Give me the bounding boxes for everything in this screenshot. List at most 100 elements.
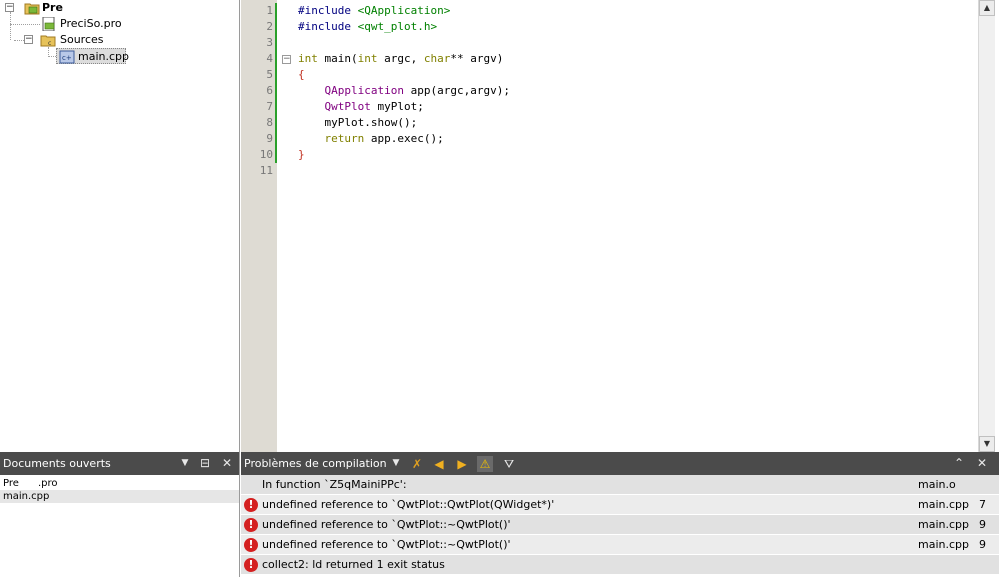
close-icon[interactable]: ✕ bbox=[974, 452, 990, 475]
issue-message: In function `Z5qMainiPPc': bbox=[262, 478, 407, 491]
code-token: <qwt_plot.h> bbox=[357, 20, 438, 33]
open-documents-title: Documents ouverts bbox=[3, 457, 111, 470]
issue-file: main.o bbox=[918, 478, 956, 491]
code-line: return app.exec(); bbox=[298, 131, 510, 147]
error-icon: ! bbox=[244, 538, 258, 552]
document-item[interactable]: Pre .pro bbox=[0, 477, 239, 490]
pro-file-label: PreciSo.pro bbox=[60, 17, 122, 30]
issue-line: 9 bbox=[979, 538, 986, 551]
line-number: 8 bbox=[266, 116, 273, 129]
issue-row[interactable]: ! undefined reference to `QwtPlot::QwtPl… bbox=[241, 495, 999, 515]
code-token: myPlot.show(); bbox=[298, 116, 418, 129]
code-token: return bbox=[324, 132, 365, 145]
source-file-label: main.cpp bbox=[78, 50, 129, 63]
code-text[interactable]: #include <QApplication> #include <qwt_plo… bbox=[298, 3, 510, 179]
issue-file: main.cpp bbox=[918, 538, 969, 551]
fold-toggle-icon[interactable]: − bbox=[282, 55, 291, 64]
code-token: ** argv) bbox=[450, 52, 504, 65]
warning-filter-icon[interactable]: ⚠ bbox=[477, 456, 493, 472]
prev-arrow-icon[interactable]: ◀ bbox=[431, 456, 447, 472]
compile-issues-title: Problèmes de compilation bbox=[244, 457, 387, 470]
code-token: QwtPlot bbox=[324, 100, 371, 113]
issue-row[interactable]: In function `Z5qMainiPPc': main.o bbox=[241, 475, 999, 495]
issue-line: 9 bbox=[979, 518, 986, 531]
code-editor[interactable]: 1 2 3 4 5 6 7 8 9 10 11 − #include <QApplication> #… bbox=[241, 0, 999, 452]
issue-file: main.cpp bbox=[918, 498, 969, 511]
svg-text:c: c bbox=[48, 40, 51, 47]
issue-file: main.cpp bbox=[918, 518, 969, 531]
issue-row[interactable]: ! undefined reference to `QwtPlot::~QwtP… bbox=[241, 535, 999, 555]
compile-issues-header: Problèmes de compilation ▼ ✗ ◀ ▶ ⚠ ⛛ ⌃ ✕ bbox=[241, 452, 999, 475]
modified-lines-marker bbox=[275, 3, 277, 163]
code-token: int bbox=[298, 52, 318, 65]
code-line: QApplication app(argc,argv); bbox=[298, 83, 510, 99]
line-number: 10 bbox=[259, 148, 273, 161]
error-icon: ! bbox=[244, 518, 258, 532]
code-token: int bbox=[357, 52, 378, 65]
tree-item-sources[interactable]: − c Sources bbox=[0, 32, 200, 48]
open-documents-header: Documents ouverts ▼ ⊟ ✕ bbox=[0, 452, 239, 475]
code-token: <QApplication> bbox=[357, 4, 451, 17]
code-line: } bbox=[298, 147, 510, 163]
code-token: #include bbox=[298, 4, 358, 17]
vertical-scrollbar[interactable]: ▲ ▼ bbox=[978, 0, 995, 452]
line-number: 7 bbox=[266, 100, 273, 113]
code-token: argc, bbox=[377, 52, 424, 65]
line-number-gutter: 1 2 3 4 5 6 7 8 9 10 11 bbox=[241, 0, 277, 452]
code-line: #include <qwt_plot.h> bbox=[298, 19, 510, 35]
cpp-file-icon: c+ bbox=[59, 50, 75, 64]
code-token: QApplication bbox=[324, 84, 404, 97]
line-number: 4 bbox=[266, 52, 273, 65]
error-icon: ! bbox=[244, 558, 258, 572]
tree-connector bbox=[48, 56, 56, 57]
code-token: app.exec(); bbox=[364, 132, 444, 145]
code-line: #include <QApplication> bbox=[298, 3, 510, 19]
pro-file-icon bbox=[42, 17, 55, 31]
open-documents-pane: Documents ouverts ▼ ⊟ ✕ Pre .pro main.cp… bbox=[0, 452, 240, 577]
line-number: 5 bbox=[266, 68, 273, 81]
code-line: { bbox=[298, 67, 510, 83]
code-token: myPlot; bbox=[370, 100, 424, 113]
line-number: 11 bbox=[259, 164, 273, 177]
code-token: main( bbox=[317, 52, 358, 65]
scroll-down-icon[interactable]: ▼ bbox=[979, 436, 995, 452]
issue-message: undefined reference to `QwtPlot::~QwtPlo… bbox=[262, 518, 511, 531]
tree-item-project[interactable]: − Pre bbox=[0, 0, 200, 16]
line-number: 1 bbox=[266, 4, 273, 17]
code-token: app(argc,argv); bbox=[403, 84, 510, 97]
tree-collapse-icon[interactable]: − bbox=[5, 3, 14, 12]
code-line: QwtPlot myPlot; bbox=[298, 99, 510, 115]
tree-item-main-cpp[interactable]: c+ main.cpp bbox=[56, 48, 129, 64]
scroll-up-icon[interactable]: ▲ bbox=[979, 0, 995, 16]
project-tree[interactable]: − Pre PreciSo.pro − c Sources c+ main.cp… bbox=[0, 0, 240, 452]
code-token: { bbox=[298, 68, 305, 81]
issue-message: collect2: ld returned 1 exit status bbox=[262, 558, 445, 571]
clear-icon[interactable]: ✗ bbox=[409, 456, 425, 472]
chevron-down-icon[interactable]: ▼ bbox=[389, 452, 403, 475]
chevron-up-icon[interactable]: ⌃ bbox=[951, 452, 967, 475]
line-number: 6 bbox=[266, 84, 273, 97]
svg-text:c+: c+ bbox=[62, 54, 72, 62]
code-line: myPlot.show(); bbox=[298, 115, 510, 131]
issue-row[interactable]: ! collect2: ld returned 1 exit status bbox=[241, 555, 999, 575]
code-line: int main(int argc, char** argv) bbox=[298, 51, 510, 67]
issue-message: undefined reference to `QwtPlot::QwtPlot… bbox=[262, 498, 555, 511]
document-item[interactable]: main.cpp bbox=[0, 490, 239, 503]
error-icon: ! bbox=[244, 498, 258, 512]
issue-row[interactable]: ! undefined reference to `QwtPlot::~QwtP… bbox=[241, 515, 999, 535]
split-icon[interactable]: ⊟ bbox=[197, 452, 213, 475]
issue-line: 7 bbox=[979, 498, 986, 511]
next-arrow-icon[interactable]: ▶ bbox=[454, 456, 470, 472]
filter-icon[interactable]: ⛛ bbox=[501, 456, 517, 472]
chevron-down-icon[interactable]: ▼ bbox=[178, 452, 192, 475]
tree-collapse-icon[interactable]: − bbox=[24, 35, 33, 44]
folder-sources-icon: c bbox=[40, 35, 56, 47]
tree-item-pro-file[interactable]: PreciSo.pro bbox=[0, 16, 200, 32]
code-token: } bbox=[298, 148, 305, 161]
code-token: char bbox=[423, 52, 451, 65]
close-icon[interactable]: ✕ bbox=[219, 452, 235, 475]
